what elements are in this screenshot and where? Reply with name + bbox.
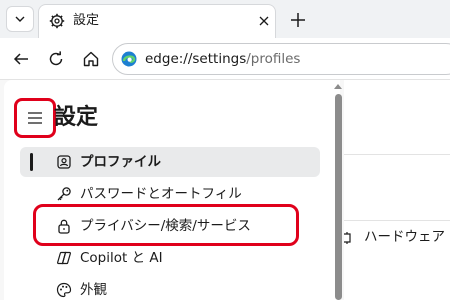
hardware-icon [344, 232, 351, 244]
edge-logo-icon [121, 51, 137, 67]
selection-indicator [30, 153, 33, 171]
sidebar-item-profiles[interactable]: プロファイル [20, 147, 320, 177]
hamburger-menu-icon [28, 112, 42, 124]
hardware-settings-label[interactable]: ハードウェア [364, 229, 445, 246]
tab-title: 設定 [73, 13, 100, 28]
settings-page: 設定 プロファイル パスワードとオートフィル プライバシー/検索/サービス Co… [0, 80, 450, 300]
scroll-up-arrow-icon[interactable] [333, 82, 343, 90]
address-bar[interactable]: edge://settings/profiles [112, 43, 450, 75]
settings-main-panel: ハードウェア [344, 80, 450, 300]
sidebar-scrollbar-thumb[interactable] [335, 94, 342, 300]
gear-icon [49, 13, 65, 29]
sidebar-item-label: プロファイル [80, 154, 161, 170]
sidebar-item-label: 外観 [80, 282, 107, 298]
section-divider [344, 220, 450, 221]
page-title: 設定 [54, 105, 99, 130]
back-arrow-icon[interactable] [12, 50, 30, 68]
refresh-icon[interactable] [47, 50, 65, 68]
section-divider [344, 154, 450, 155]
sidebar-item-label: パスワードとオートフィル [80, 186, 242, 202]
tab-strip: 設定 [0, 0, 450, 38]
url-text: edge://settings/profiles [145, 51, 301, 67]
chevron-down-icon [15, 16, 25, 22]
tab-actions-menu-button[interactable] [6, 6, 34, 32]
key-icon [57, 187, 71, 201]
navigation-toolbar: edge://settings/profiles [0, 38, 450, 80]
palette-icon [56, 282, 72, 298]
sidebar-item-copilot-ai[interactable]: Copilot と AI [20, 243, 320, 273]
copilot-icon [57, 251, 71, 265]
sidebar-menu-button[interactable] [14, 98, 56, 138]
new-tab-button[interactable] [288, 10, 308, 30]
privacy-item-highlight [33, 204, 299, 246]
tab-settings[interactable]: 設定 [38, 4, 276, 38]
settings-sidebar: 設定 プロファイル パスワードとオートフィル プライバシー/検索/サービス Co… [4, 80, 343, 300]
close-icon[interactable] [257, 14, 271, 28]
home-icon[interactable] [82, 50, 100, 68]
sidebar-item-appearance[interactable]: 外観 [20, 275, 320, 300]
sidebar-item-label: Copilot と AI [80, 250, 163, 266]
profile-icon [57, 155, 71, 169]
